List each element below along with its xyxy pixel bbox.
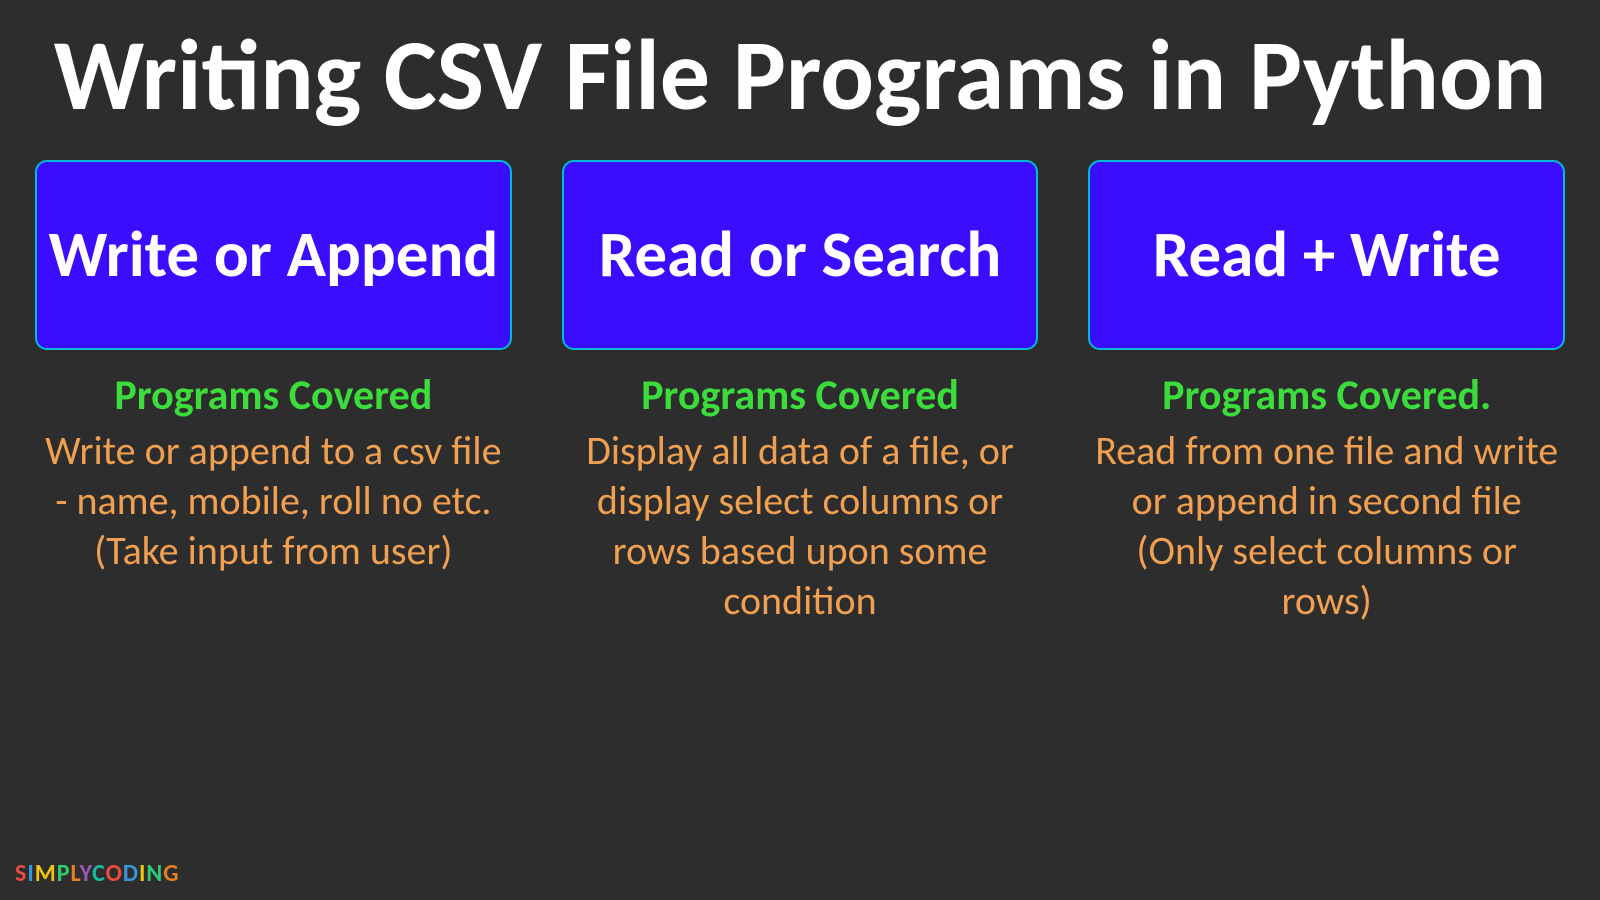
card-write-append: Write or Append	[35, 160, 512, 350]
slide-title: Writing CSV File Programs in Python	[0, 0, 1600, 160]
column-read-search: Read or Search Programs Covered Display …	[562, 160, 1039, 626]
column-write-append: Write or Append Programs Covered Write o…	[35, 160, 512, 626]
subtitle-label: Programs Covered.	[1162, 370, 1491, 421]
description-text: Read from one file and write or append i…	[1088, 426, 1565, 626]
description-text: Display all data of a file, or display s…	[562, 426, 1039, 626]
subtitle-label: Programs Covered	[114, 370, 432, 421]
subtitle-label: Programs Covered	[641, 370, 959, 421]
columns-container: Write or Append Programs Covered Write o…	[0, 160, 1600, 626]
card-read-write: Read + Write	[1088, 160, 1565, 350]
card-heading: Write or Append	[48, 218, 498, 293]
card-read-search: Read or Search	[562, 160, 1039, 350]
brand-logo: SIMPLYCODING	[15, 859, 180, 888]
card-heading: Read + Write	[1153, 218, 1501, 293]
card-heading: Read or Search	[599, 218, 1002, 293]
column-read-write: Read + Write Programs Covered. Read from…	[1088, 160, 1565, 626]
description-text: Write or append to a csv file - name, mo…	[35, 426, 512, 576]
